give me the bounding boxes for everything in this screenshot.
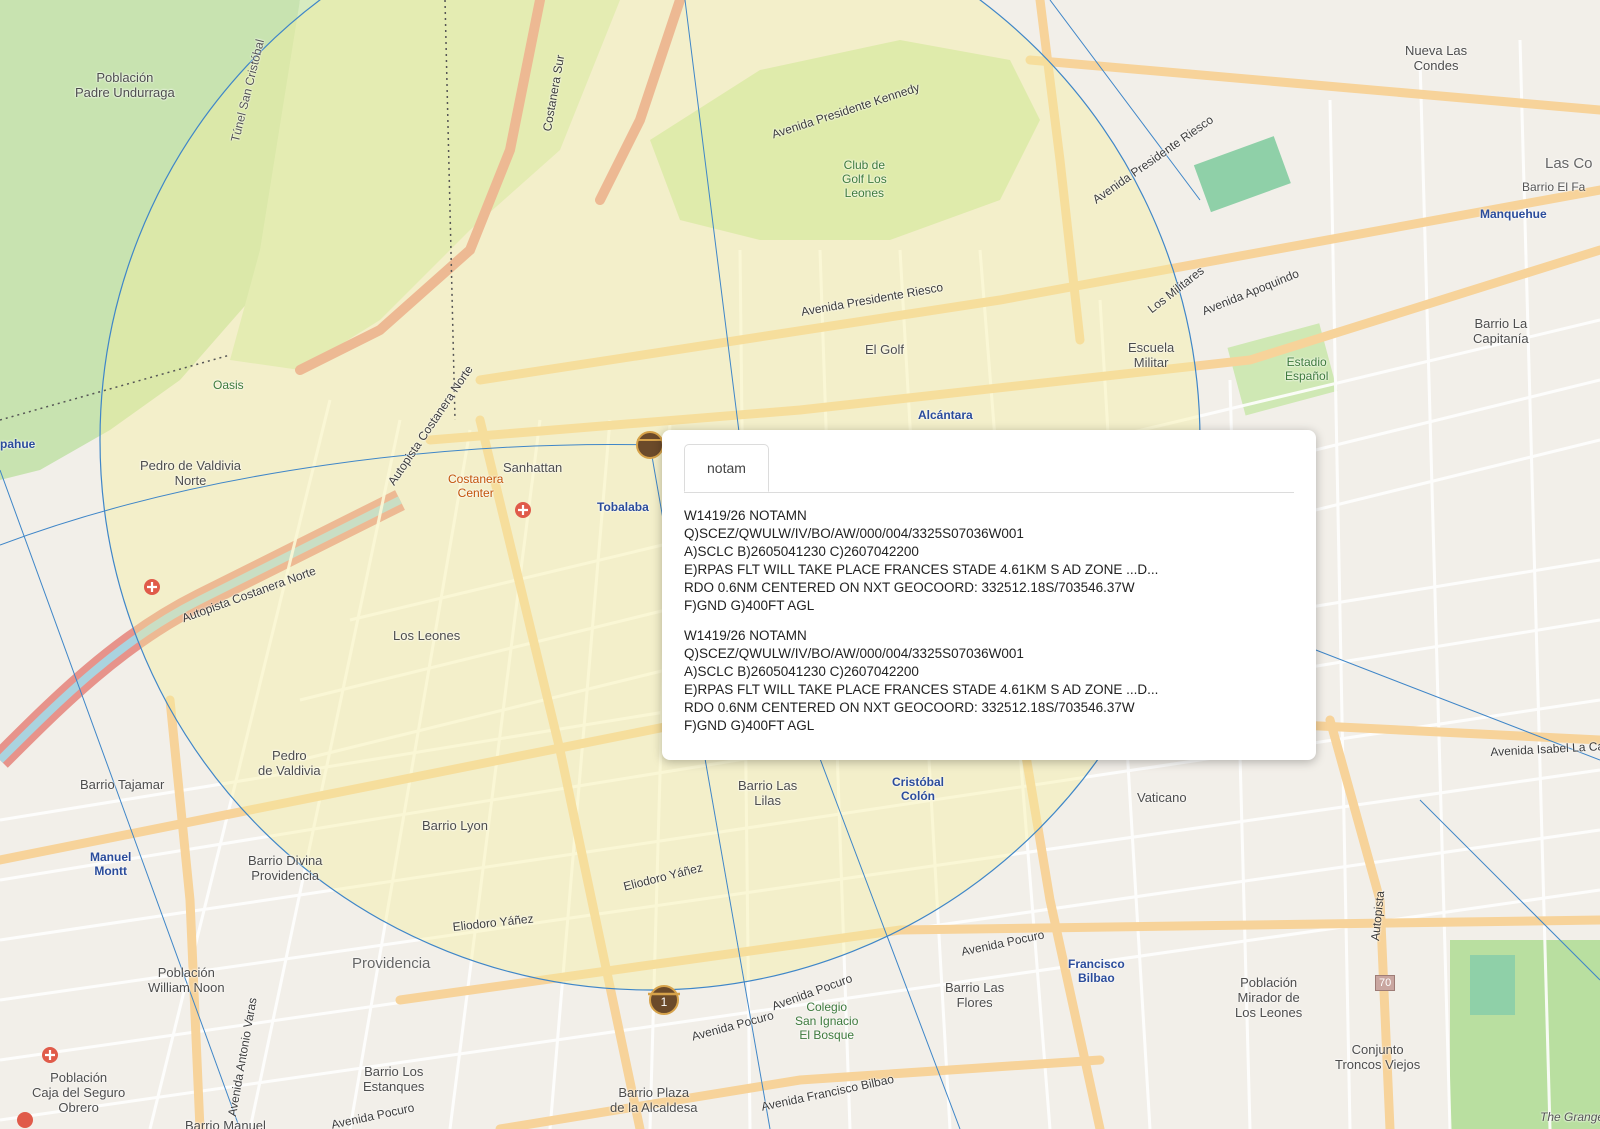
notam-line: A)SCLC B)2605041230 C)2607042200: [684, 664, 919, 679]
notam-marker-top[interactable]: [636, 431, 664, 459]
notam-line: A)SCLC B)2605041230 C)2607042200: [684, 544, 919, 559]
notam-line: F)GND G)400FT AGL: [684, 718, 815, 733]
notam-popup: notam W1419/26 NOTAMN Q)SCEZ/QWULW/IV/BO…: [662, 430, 1316, 760]
notam-marker-bottom-label: 1: [661, 995, 668, 1009]
notam-line: F)GND G)400FT AGL: [684, 598, 815, 613]
notam-entry: W1419/26 NOTAMN Q)SCEZ/QWULW/IV/BO/AW/00…: [684, 627, 1294, 735]
notam-line: RDO 0.6NM CENTERED ON NXT GEOCOORD: 3325…: [684, 580, 1135, 595]
notam-marker-bottom[interactable]: 1: [648, 985, 680, 1015]
popup-content: W1419/26 NOTAMN Q)SCEZ/QWULW/IV/BO/AW/00…: [684, 493, 1294, 735]
notam-line: E)RPAS FLT WILL TAKE PLACE FRANCES STADE…: [684, 562, 1159, 577]
notam-line: RDO 0.6NM CENTERED ON NXT GEOCOORD: 3325…: [684, 700, 1135, 715]
notam-line: Q)SCEZ/QWULW/IV/BO/AW/000/004/3325S07036…: [684, 526, 1024, 541]
notam-line: E)RPAS FLT WILL TAKE PLACE FRANCES STADE…: [684, 682, 1159, 697]
notam-line: Q)SCEZ/QWULW/IV/BO/AW/000/004/3325S07036…: [684, 646, 1024, 661]
notam-line: W1419/26 NOTAMN: [684, 508, 807, 523]
notam-line: W1419/26 NOTAMN: [684, 628, 807, 643]
notam-entry: W1419/26 NOTAMN Q)SCEZ/QWULW/IV/BO/AW/00…: [684, 507, 1294, 615]
popup-tab-bar: notam: [684, 444, 1294, 493]
tab-notam[interactable]: notam: [684, 444, 769, 492]
